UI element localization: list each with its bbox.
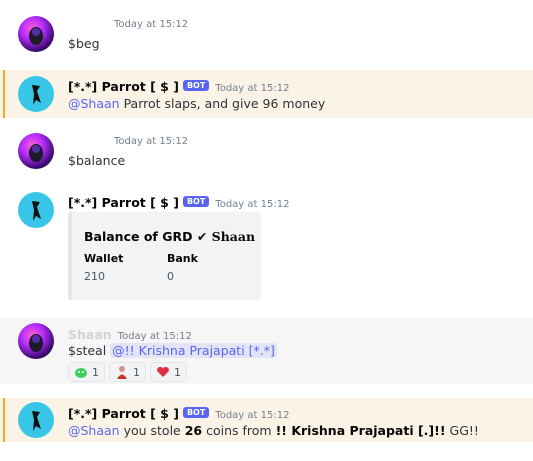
username[interactable]: [*.*] Parrot [ $ ] [68, 79, 179, 94]
timestamp: Today at 15:12 [114, 19, 189, 30]
message-header: Shaan Today at 15:12 [68, 324, 192, 343]
timestamp: Today at 15:12 [215, 199, 290, 210]
timestamp: Today at 15:12 [215, 410, 290, 421]
message-steal-reply: [*.*] Parrot [ $ ] BOT Today at 15:12 @Sha… [0, 398, 533, 442]
user-mention[interactable]: @Shaan [68, 96, 120, 111]
username[interactable]: [*.*] Parrot [ $ ] [68, 406, 179, 421]
coins-amount: 26 [184, 423, 203, 438]
message-text: $steal @!! Krishna Prajapati [*.*] [68, 343, 277, 358]
message-header: [*.*] Parrot [ $ ] BOT Today at 15:12 [68, 192, 289, 211]
green-blob-icon [75, 368, 87, 378]
timestamp: Today at 15:12 [117, 331, 192, 342]
bank-value: 0 [167, 270, 174, 283]
message-content: you stole [119, 423, 185, 438]
embed-title: Balance of GRD ✔ Shaan [84, 229, 255, 244]
reaction-count: 1 [133, 365, 140, 379]
bank-label: Bank [167, 252, 198, 265]
bot-avatar[interactable] [18, 192, 54, 228]
reaction-count: 1 [92, 365, 99, 379]
bot-avatar[interactable] [18, 76, 54, 112]
message-header: [*.*] Parrot [ $ ] BOT Today at 15:12 [68, 403, 289, 422]
message-content: GG!! [445, 423, 479, 438]
message-content: coins from [202, 423, 276, 438]
timestamp: Today at 15:12 [215, 83, 290, 94]
wallet-value: 210 [84, 270, 105, 283]
user-avatar[interactable] [18, 16, 54, 52]
reaction-green-blob[interactable]: 1 [68, 362, 105, 382]
user-mention[interactable]: @!! Krishna Prajapati [*.*] [110, 343, 277, 358]
bot-avatar[interactable] [18, 402, 54, 438]
bot-badge: BOT [182, 407, 210, 418]
user-avatar[interactable] [18, 133, 54, 169]
message-text: $beg [68, 36, 100, 51]
reaction-red-figure[interactable]: 1 [109, 362, 146, 382]
username[interactable]: [*.*] Parrot [ $ ] [68, 195, 179, 210]
user-avatar[interactable] [18, 323, 54, 359]
embed-title-text: Balance of GRD [84, 229, 193, 244]
username[interactable]: Shaan [68, 327, 112, 342]
reaction-count: 1 [174, 365, 181, 379]
reactions-bar: 1 1 1 [68, 362, 187, 382]
figure-icon [117, 366, 127, 379]
message-balance: Today at 15:12 $balance [0, 128, 533, 178]
bot-badge: BOT [182, 80, 210, 91]
timestamp: Today at 15:12 [114, 136, 189, 147]
message-beg-reply: [*.*] Parrot [ $ ] BOT Today at 15:12 @Sha… [0, 70, 533, 118]
wallet-label: Wallet [84, 252, 124, 265]
check-icon: ✔ [196, 229, 208, 244]
message-content: $steal [68, 343, 111, 358]
message-header: [*.*] Parrot [ $ ] BOT Today at 15:12 [68, 76, 289, 95]
message-text: $balance [68, 153, 126, 168]
message-content: Parrot slaps, and give 96 money [119, 96, 326, 111]
message-beg: Today at 15:12 $beg [0, 10, 533, 60]
heart-icon [157, 366, 169, 377]
user-mention[interactable]: @Shaan [68, 423, 120, 438]
bot-badge: BOT [182, 196, 210, 207]
reaction-heart[interactable]: 1 [150, 362, 187, 382]
embed-title-name: Shaan [211, 229, 256, 244]
message-text: @Shaan you stole 26 coins from !! Krishn… [68, 423, 479, 438]
victim-name: !! Krishna Prajapati [.]!! [275, 423, 446, 438]
balance-embed: Balance of GRD ✔ Shaan Wallet 210 Bank 0 [68, 212, 261, 300]
message-text: @Shaan Parrot slaps, and give 96 money [68, 96, 325, 111]
